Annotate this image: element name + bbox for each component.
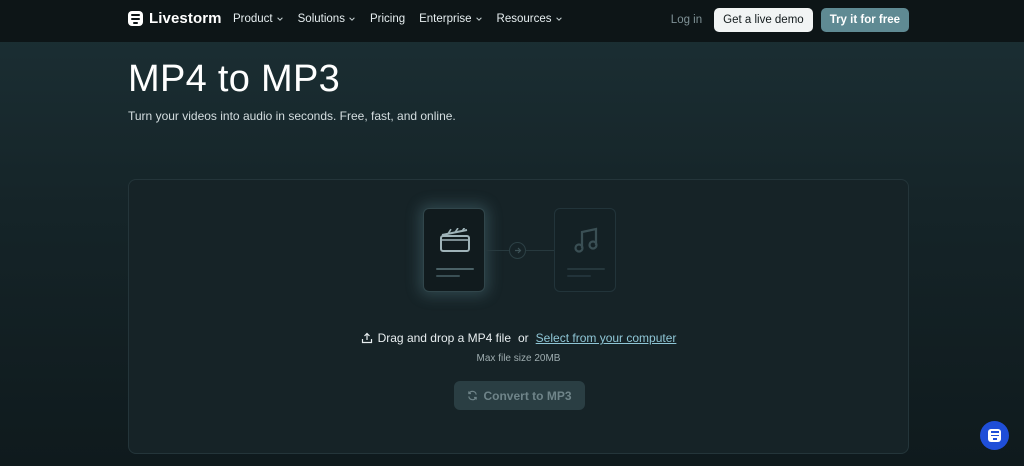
- drag-drop-text: Drag and drop a MP4 file: [377, 331, 511, 345]
- chevron-down-icon: [475, 17, 482, 21]
- chevron-down-icon: [555, 17, 562, 21]
- convert-arrow-icon: [509, 242, 526, 259]
- drop-instructions: Drag and drop a MP4 file or Select from …: [129, 331, 908, 345]
- menu-item-enterprise[interactable]: Enterprise: [419, 13, 482, 25]
- audio-file-illustration: [554, 208, 616, 292]
- login-link[interactable]: Log in: [671, 14, 702, 26]
- brand-name: Livestorm: [149, 10, 222, 27]
- menu-item-product[interactable]: Product: [233, 13, 284, 25]
- chevron-down-icon: [276, 17, 283, 21]
- video-clapperboard-icon: [440, 228, 470, 252]
- page-title: MP4 to MP3: [128, 58, 341, 100]
- menu-item-label: Enterprise: [419, 13, 472, 25]
- max-file-size: Max file size 20MB: [476, 353, 561, 364]
- menu-item-label: Solutions: [297, 13, 345, 25]
- select-from-computer-link[interactable]: Select from your computer: [536, 331, 677, 345]
- menu-item-solutions[interactable]: Solutions: [298, 13, 356, 25]
- file-line: [567, 275, 591, 277]
- try-for-free-button[interactable]: Try it for free: [820, 8, 909, 32]
- connector-line: [526, 250, 554, 251]
- page-subtitle: Turn your videos into audio in seconds. …: [128, 109, 456, 123]
- get-live-demo-button[interactable]: Get a live demo: [714, 8, 813, 32]
- connector-line: [485, 250, 509, 251]
- menu-item-label: Pricing: [369, 13, 406, 25]
- menu-item-pricing[interactable]: Pricing: [370, 13, 405, 25]
- menu-item-resources[interactable]: Resources: [497, 13, 563, 25]
- nav-actions: Log in Get a live demo Try it for free: [671, 8, 909, 32]
- chat-widget-button[interactable]: [980, 421, 1009, 450]
- menu-item-label: Resources: [496, 13, 552, 25]
- upload-icon: [361, 332, 372, 344]
- convert-button[interactable]: Convert to MP3: [454, 381, 585, 410]
- convert-button-label: Convert to MP3: [483, 388, 572, 403]
- file-line: [436, 275, 460, 277]
- menu-item-label: Product: [233, 13, 273, 25]
- music-note-icon: [574, 227, 598, 253]
- refresh-icon: [468, 390, 478, 401]
- file-line: [436, 268, 474, 270]
- chevron-down-icon: [349, 17, 355, 21]
- brand-logo[interactable]: Livestorm: [128, 10, 222, 27]
- chat-widget-icon: [988, 429, 1001, 442]
- or-text: or: [518, 331, 529, 345]
- top-navbar: Livestorm Product Solutions Pricing Ente…: [0, 0, 1024, 42]
- main-menu: Product Solutions Pricing Enterprise Res…: [233, 13, 563, 25]
- file-line: [567, 268, 605, 270]
- upload-dropzone[interactable]: Drag and drop a MP4 file or Select from …: [128, 179, 909, 454]
- livestorm-logo-icon: [128, 11, 143, 26]
- video-file-illustration: [423, 208, 485, 292]
